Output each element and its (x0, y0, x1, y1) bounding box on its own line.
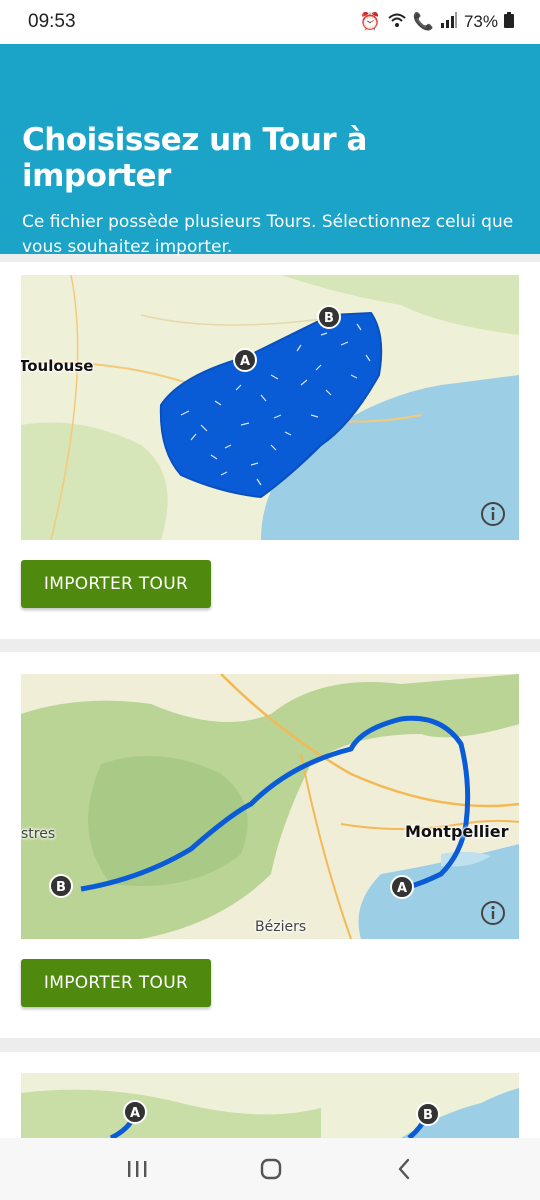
info-icon[interactable] (479, 500, 507, 528)
import-tour-button-2[interactable]: IMPORTER TOUR (21, 959, 211, 1007)
marker-end-2: B (49, 874, 73, 898)
marker-start-label-1: A (240, 354, 250, 369)
info-icon[interactable] (479, 899, 507, 927)
marker-end-label-3: B (423, 1108, 433, 1123)
marker-end-3: B (416, 1102, 440, 1126)
battery-icon (504, 11, 514, 33)
status-icons: ⏰ 📞 73% (359, 11, 514, 33)
marker-end-label-1: B (324, 311, 334, 326)
wifi-icon (387, 12, 407, 33)
page-subtitle: Ce fichier possède plusieurs Tours. Séle… (22, 212, 514, 257)
recent-apps-button[interactable] (125, 1158, 149, 1180)
map-label-montpellier: Montpellier (405, 822, 509, 841)
home-button[interactable] (258, 1156, 284, 1182)
tour-map-3[interactable]: A B (21, 1073, 519, 1138)
system-nav-bar (0, 1138, 540, 1200)
marker-start-label-2: A (397, 881, 407, 896)
import-tour-button-1[interactable]: IMPORTER TOUR (21, 560, 211, 608)
tour-card-3[interactable]: A B (0, 1052, 540, 1138)
back-button[interactable] (393, 1157, 415, 1181)
alarm-icon: ⏰ (359, 12, 381, 31)
marker-end-1: B (317, 305, 341, 329)
map-label-toulouse: Toulouse (21, 357, 94, 375)
call-icon: 📞 (412, 12, 434, 31)
marker-start-1: A (233, 348, 257, 372)
page-header: Choisissez un Tour à importer Ce fichier… (0, 44, 540, 257)
status-time: 09:53 (28, 11, 76, 32)
page-title: Choisissez un Tour à importer (22, 122, 367, 194)
marker-start-3: A (123, 1100, 147, 1124)
status-bar: 09:53 ⏰ 📞 73% (0, 0, 540, 44)
map-label-partial: stres (21, 826, 56, 842)
map-label-beziers: Béziers (255, 919, 307, 935)
marker-start-2: A (390, 875, 414, 899)
signal-icon (440, 11, 458, 33)
battery-level: 73% (463, 12, 498, 31)
marker-end-label-2: B (56, 880, 66, 895)
tour-card-1[interactable]: A B Toulouse IMPORTER TOUR (0, 262, 540, 639)
marker-start-label-3: A (130, 1106, 140, 1121)
tour-map-2[interactable]: A B Montpellier Béziers stres (21, 674, 519, 939)
tour-card-2[interactable]: A B Montpellier Béziers stres IMPORTER T… (0, 652, 540, 1038)
tour-map-1[interactable]: A B Toulouse (21, 275, 519, 540)
